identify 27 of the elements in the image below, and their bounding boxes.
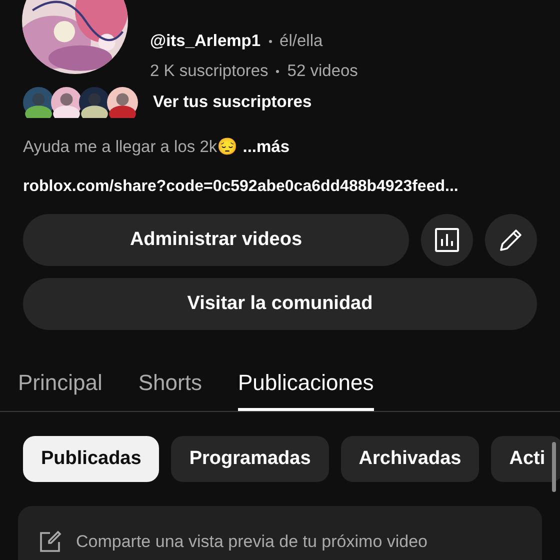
compose-icon (38, 530, 62, 554)
bar-chart-icon (434, 227, 460, 253)
edit-button[interactable] (485, 214, 537, 266)
filter-chip[interactable]: Publicadas (23, 436, 160, 482)
manage-videos-button[interactable]: Administrar videos (23, 214, 409, 266)
visit-community-button[interactable]: Visitar la comunidad (23, 278, 537, 330)
pronouns: él/ella (280, 32, 323, 50)
channel-tab[interactable]: Publicaciones (238, 362, 374, 411)
subscriber-count: 2 K suscriptores (150, 62, 268, 80)
video-count: 52 videos (287, 62, 358, 80)
view-subscribers-link[interactable]: Ver tus suscriptores (153, 92, 312, 112)
analytics-button[interactable] (421, 214, 473, 266)
separator-dot (276, 70, 280, 72)
filter-chip[interactable]: Programadas (171, 436, 329, 482)
channel-description: Ayuda me a llegar a los 2k😔 ...más (23, 136, 291, 158)
more-link[interactable]: ...más (242, 138, 290, 156)
pencil-icon (498, 227, 524, 253)
composer-placeholder: Comparte una vista previa de tu próximo video (76, 532, 428, 552)
channel-link[interactable]: roblox.com/share?code=0c592abe0ca6dd488b4923feed... (23, 174, 560, 200)
scrollbar (552, 442, 556, 492)
channel-tab[interactable]: Shorts (138, 362, 202, 411)
separator-dot (268, 40, 272, 42)
filter-chip[interactable]: Archivadas (340, 436, 480, 482)
filter-chip[interactable]: Acti (491, 436, 560, 482)
post-composer[interactable]: Comparte una vista previa de tu próximo video (18, 506, 542, 560)
channel-handle: @its_Arlemp1 (150, 32, 261, 50)
channel-tab[interactable]: Principal (18, 362, 102, 411)
